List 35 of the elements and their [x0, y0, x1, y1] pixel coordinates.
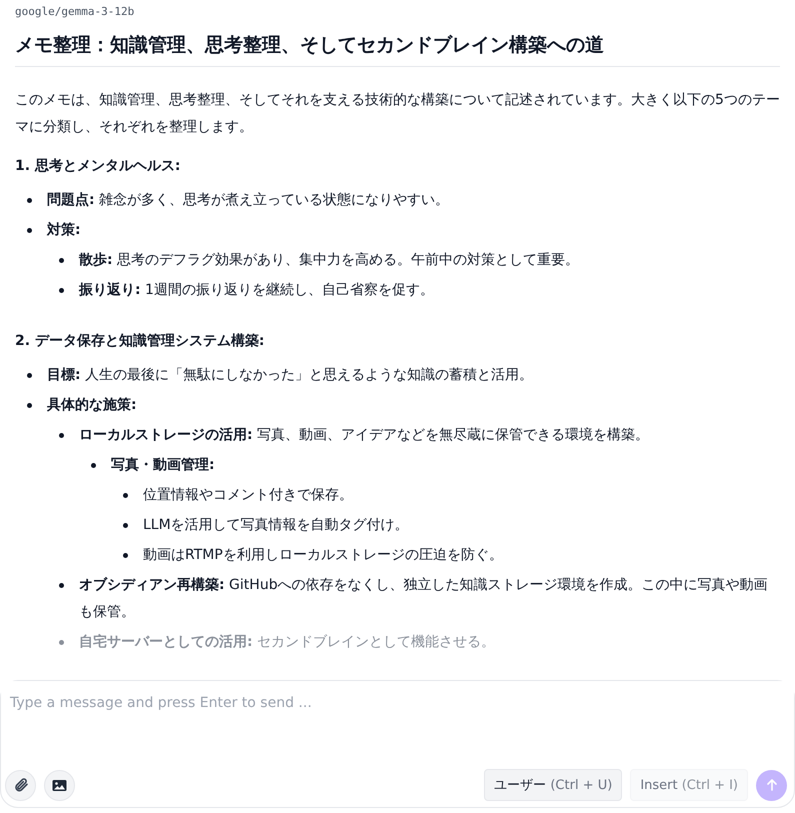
document-title: メモ整理：知識管理、思考整理、そしてセカンドブレイン構築への道 — [15, 32, 780, 67]
list-item-text: 自宅サーバーとしての活用: セカンドブレインとして機能させる。 — [79, 634, 496, 650]
list-item-text: 位置情報やコメント付きで保存。 — [143, 487, 353, 503]
bullet-icon — [123, 493, 128, 498]
bullet-icon — [59, 583, 64, 588]
list-item-text: 散歩: 思考のデフラグ効果があり、集中力を高める。午前中の対策として重要。 — [79, 252, 580, 268]
list-item-text: 動画はRTMPを利用しローカルストレージの圧迫を防ぐ。 — [143, 547, 503, 563]
bullet-icon — [27, 228, 32, 233]
section-heading: 2. データ保存と知識管理システム構築: — [15, 332, 266, 350]
list-item-text: LLMを活用して写真情報を自動タグ付け。 — [143, 517, 409, 533]
model-name: google/gemma-3-12b — [15, 5, 136, 18]
list-item-text: 対策: — [47, 222, 81, 238]
list-item-text: 具体的な施策: — [47, 397, 137, 413]
bullet-icon — [59, 288, 64, 293]
bullet-icon — [59, 433, 64, 438]
list-item-text: 振り返り: 1週間の振り返りを継続し、自己省察を促す。 — [79, 282, 434, 298]
bullet-icon — [123, 523, 128, 528]
intro-paragraph: このメモは、知識管理、思考整理、そしてそれを支える技術的な構築について記述されています。大きく以下の5つのテーマに分類し、それぞれを整理します。 — [15, 91, 780, 137]
bullet-icon — [59, 258, 64, 263]
section-heading: 1. 思考とメンタルヘルス: — [15, 157, 182, 175]
attach-icon[interactable] — [5, 770, 36, 800]
role-button[interactable]: ユーザー (Ctrl + U) — [484, 769, 622, 801]
image-icon[interactable] — [44, 770, 75, 800]
arrow-up-icon — [764, 778, 778, 792]
list-item-text: ローカルストレージの活用: 写真、動画、アイデアなどを無尽蔵に保管できる環境を構築。 — [79, 427, 650, 443]
bullet-icon — [27, 403, 32, 408]
list-item-text: オブシディアン再構築: GitHubへの依存をなくし、独立した知識ストレージ環境を作成。この中に写真や動画も保管。 — [79, 577, 768, 620]
list-item-text: 問題点: 雑念が多く、思考が煮え立っている状態になりやすい。 — [47, 192, 450, 208]
bullet-icon — [27, 198, 32, 203]
list-item-text: 写真・動画管理: — [111, 457, 215, 473]
bullet-icon — [27, 373, 32, 378]
bullet-icon — [123, 553, 128, 558]
bullet-icon — [91, 463, 96, 468]
bullet-icon — [59, 640, 64, 645]
list-item-text: 目標: 人生の最後に「無駄にしなかった」と思えるような知識の蓄積と活用。 — [47, 367, 534, 383]
